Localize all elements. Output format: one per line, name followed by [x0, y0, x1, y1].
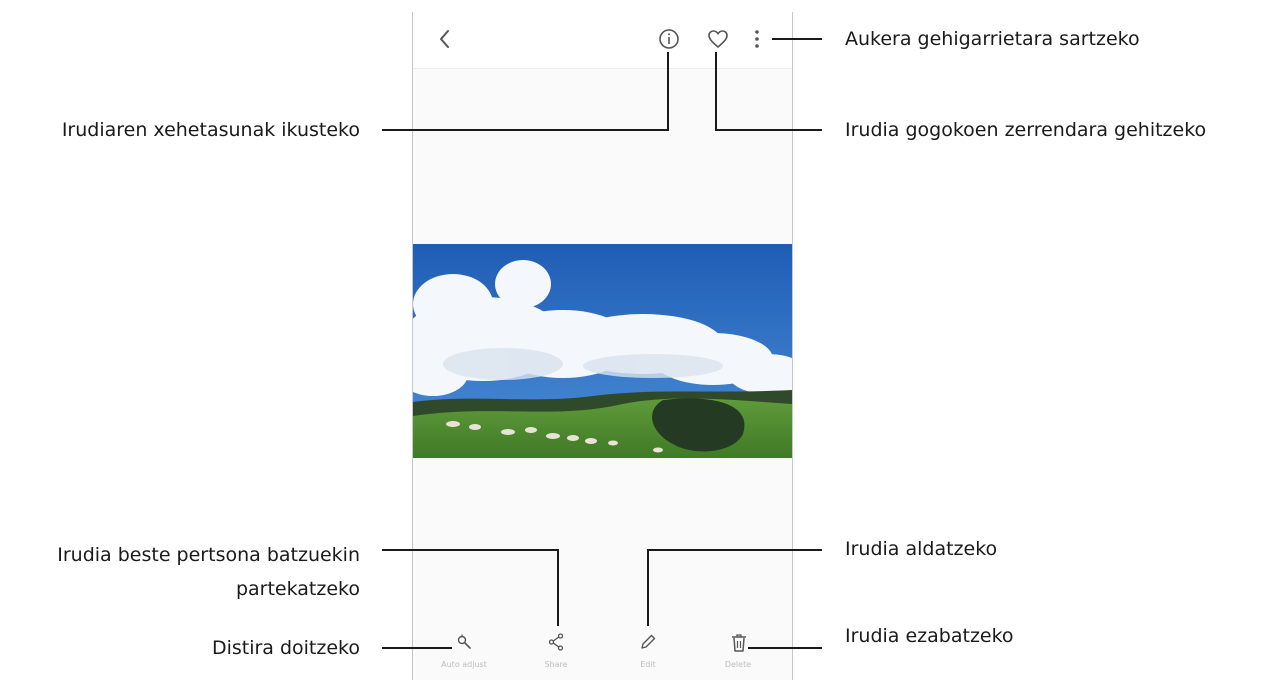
- callout-line-details: [382, 52, 669, 131]
- callout-line-edit: [647, 549, 822, 626]
- callout-edit: Irudia aldatzeko: [845, 538, 998, 560]
- callout-favorite: Irudia gogokoen zerrendara gehitzeko: [845, 119, 1207, 141]
- callout-line-favorite: [715, 52, 822, 131]
- callout-details: Irudiaren xehetasunak ikusteko: [61, 119, 360, 141]
- callout-share-line1: Irudia beste pertsona batzuekin: [57, 544, 360, 566]
- callout-more-options: Aukera gehigarrietara sartzeko: [845, 28, 1140, 50]
- callout-lines: [382, 38, 822, 649]
- callout-brightness: Distira doitzeko: [211, 637, 360, 659]
- callout-delete: Irudia ezabatzeko: [845, 625, 1014, 647]
- callout-line-share: [382, 549, 559, 626]
- callout-share-line2: partekatzeko: [235, 578, 360, 600]
